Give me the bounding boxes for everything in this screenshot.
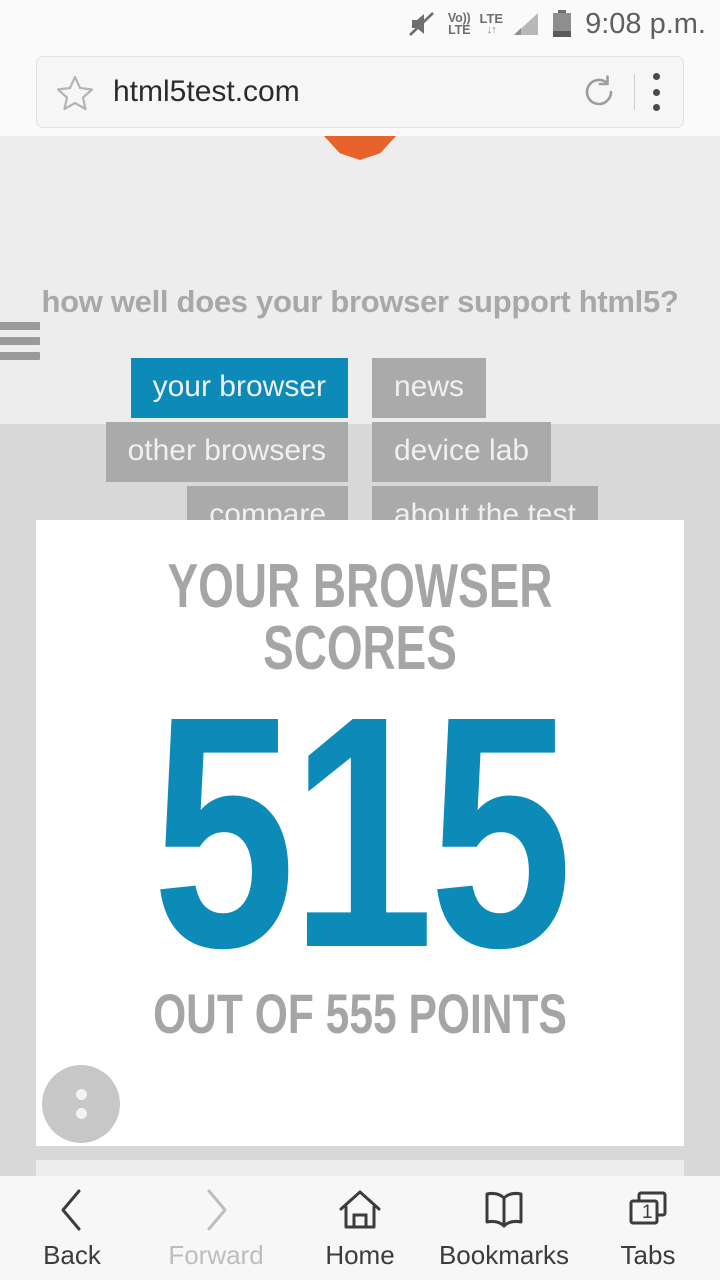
nav-item-device-lab[interactable]: device lab <box>372 422 552 482</box>
nav-button-home[interactable]: Home <box>288 1186 432 1271</box>
site-header: how well does your browser support html5… <box>0 136 720 546</box>
chevron-right-icon <box>199 1186 233 1234</box>
web-page-viewport: how well does your browser support html5… <box>0 136 720 1176</box>
score-card-subheading: OUT OF 555 POINTS <box>153 981 567 1045</box>
browser-toolbar: html5test.com <box>0 48 720 136</box>
lte-data-icon: LTE ↓↑ <box>479 11 504 36</box>
browser-bottom-nav: Back Forward Home Bookmarks 1 Tabs <box>0 1176 720 1280</box>
nav-button-bookmarks-label: Bookmarks <box>438 1239 570 1270</box>
nav-item-other-browsers[interactable]: other browsers <box>105 422 348 482</box>
signal-bars-icon <box>512 11 542 37</box>
score-card: YOUR BROWSER SCORES 515 OUT OF 555 POINT… <box>36 520 684 1146</box>
nav-button-tabs[interactable]: 1 Tabs <box>576 1186 720 1271</box>
url-text[interactable]: html5test.com <box>113 75 580 109</box>
chevron-left-icon <box>55 1186 89 1234</box>
tabs-icon: 1 <box>624 1186 672 1234</box>
reload-icon[interactable] <box>580 73 618 111</box>
battery-icon <box>551 10 573 38</box>
book-icon <box>480 1186 528 1234</box>
nav-button-forward[interactable]: Forward <box>144 1186 288 1271</box>
tabs-count-badge: 1 <box>642 1201 653 1223</box>
volte-icon: Vo)) LTE <box>447 10 471 37</box>
nav-button-bookmarks[interactable]: Bookmarks <box>432 1186 576 1271</box>
kebab-menu-icon[interactable] <box>651 73 661 111</box>
assistive-dots-icon[interactable] <box>42 1065 120 1143</box>
status-bar: Vo)) LTE LTE ↓↑ 9:08 p.m. <box>0 0 720 48</box>
browser-info-panel: You are using Samsung Internet 6.0 on a … <box>36 1160 684 1176</box>
nav-button-forward-label: Forward <box>168 1239 264 1270</box>
phone-screen: Vo)) LTE LTE ↓↑ 9:08 p.m. html5test.com … <box>0 0 720 1280</box>
star-icon[interactable] <box>55 72 95 112</box>
nav-button-home-label: Home <box>325 1239 395 1270</box>
status-bar-clock: 9:08 p.m. <box>585 7 706 40</box>
html5-shield-logo-icon <box>324 136 396 160</box>
nav-button-back-label: Back <box>43 1239 101 1270</box>
nav-button-tabs-label: Tabs <box>620 1239 676 1270</box>
home-icon <box>336 1186 384 1234</box>
nav-item-your-browser[interactable]: your browser <box>130 358 348 418</box>
score-value: 515 <box>152 647 572 1016</box>
nav-button-back[interactable]: Back <box>0 1186 144 1271</box>
nav-item-news[interactable]: news <box>372 358 487 418</box>
address-bar[interactable]: html5test.com <box>36 56 684 128</box>
toolbar-divider <box>634 74 635 110</box>
nav-row: your browser news <box>0 358 720 418</box>
site-tagline: how well does your browser support html5… <box>41 284 679 319</box>
nav-row: other browsers device lab <box>0 422 720 482</box>
mute-icon <box>409 11 439 37</box>
